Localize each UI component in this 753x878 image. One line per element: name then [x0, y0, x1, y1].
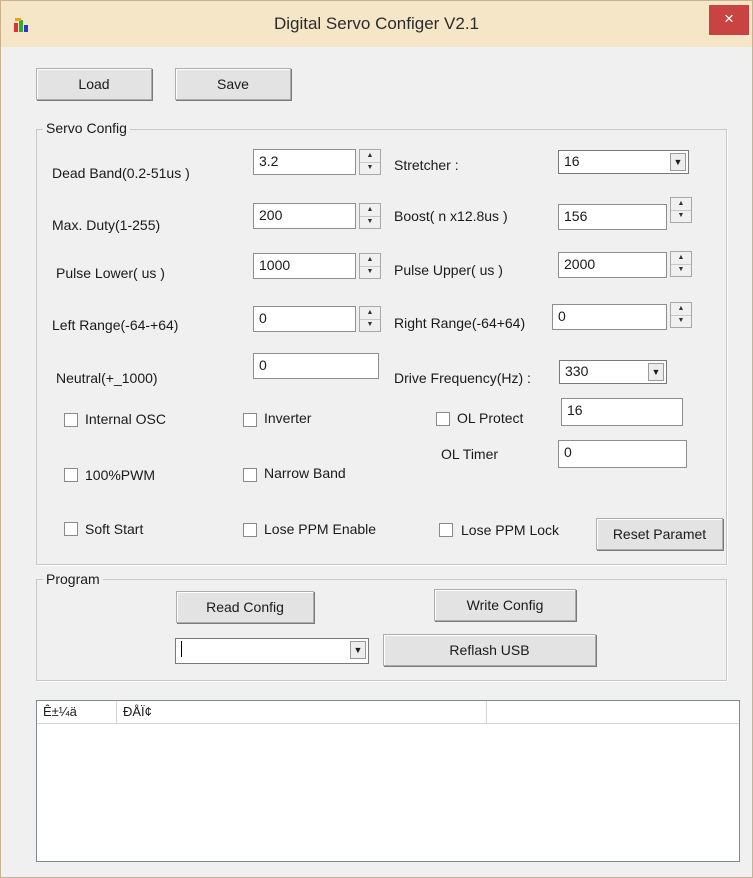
narrow-band-checkbox[interactable]: [243, 468, 257, 482]
drive-frequency-label: Drive Frequency(Hz) :: [394, 370, 531, 386]
log-time-column-header[interactable]: Ê±¼ä: [37, 701, 117, 723]
right-range-stepper[interactable]: ▲ ▼: [670, 302, 692, 328]
save-button[interactable]: Save: [175, 68, 291, 100]
main-panel: Load Save Servo Config Dead Band(0.2-51u…: [9, 47, 751, 877]
write-config-button[interactable]: Write Config: [434, 589, 576, 621]
log-list-header: Ê±¼ä ĐÅÏ¢: [37, 701, 739, 724]
port-select[interactable]: ▼: [175, 638, 369, 664]
pulse-lower-stepper[interactable]: ▲ ▼: [359, 253, 381, 279]
internal-osc-label: Internal OSC: [85, 411, 166, 427]
close-icon[interactable]: ×: [709, 5, 749, 35]
narrow-band-label: Narrow Band: [264, 465, 346, 481]
pulse-lower-field[interactable]: 1000: [253, 253, 356, 279]
max-duty-label: Max. Duty(1-255): [52, 217, 161, 233]
spin-down-icon[interactable]: ▼: [360, 319, 380, 331]
reflash-usb-button[interactable]: Reflash USB: [383, 634, 596, 666]
internal-osc-checkbox[interactable]: [64, 413, 78, 427]
chevron-down-icon[interactable]: ▼: [648, 363, 664, 381]
pulse-upper-field[interactable]: 2000: [558, 252, 667, 278]
program-group: [36, 579, 727, 681]
chevron-down-icon[interactable]: ▼: [350, 641, 366, 659]
right-range-label: Right Range(-64+64): [394, 315, 526, 331]
drive-frequency-value: 330: [565, 363, 589, 379]
boost-label: Boost( n x12.8us ): [394, 208, 508, 224]
ol-protect-label: OL Protect: [457, 410, 524, 426]
ol-protect-checkbox[interactable]: [436, 412, 450, 426]
stretcher-select[interactable]: 16 ▼: [558, 150, 689, 174]
dead-band-field[interactable]: 3.2: [253, 149, 356, 175]
spin-down-icon[interactable]: ▼: [671, 264, 691, 276]
spin-down-icon[interactable]: ▼: [671, 210, 691, 222]
left-range-stepper[interactable]: ▲ ▼: [359, 306, 381, 332]
neutral-label: Neutral(+_1000): [56, 370, 158, 386]
neutral-field[interactable]: 0: [253, 353, 379, 379]
pulse-lower-label: Pulse Lower( us ): [56, 265, 165, 281]
window-title: Digital Servo Configer V2.1: [273, 14, 480, 33]
soft-start-label: Soft Start: [85, 521, 144, 537]
program-title: Program: [43, 571, 103, 587]
stretcher-value: 16: [564, 153, 580, 169]
max-duty-field[interactable]: 200: [253, 203, 356, 229]
pwm100-checkbox[interactable]: [64, 468, 78, 482]
inverter-label: Inverter: [264, 410, 312, 426]
spin-down-icon[interactable]: ▼: [360, 216, 380, 228]
ol-protect-field[interactable]: 16: [561, 398, 683, 426]
soft-start-checkbox[interactable]: [64, 522, 78, 536]
dead-band-label: Dead Band(0.2-51us ): [52, 165, 190, 181]
drive-frequency-select[interactable]: 330 ▼: [559, 360, 667, 384]
app-window: Digital Servo Configer V2.1 × Load Save …: [0, 0, 753, 878]
ol-timer-label: OL Timer: [441, 446, 499, 462]
boost-field[interactable]: 156: [558, 204, 667, 230]
stretcher-label: Stretcher :: [394, 157, 459, 173]
left-range-field[interactable]: 0: [253, 306, 356, 332]
pwm100-label: 100%PWM: [85, 467, 156, 483]
right-range-field[interactable]: 0: [552, 304, 667, 330]
log-list[interactable]: Ê±¼ä ĐÅÏ¢: [36, 700, 740, 862]
ol-timer-field[interactable]: 0: [558, 440, 687, 468]
lose-ppm-lock-checkbox[interactable]: [439, 523, 453, 537]
log-message-column-header[interactable]: ĐÅÏ¢: [117, 701, 487, 723]
chevron-down-icon[interactable]: ▼: [670, 153, 686, 171]
pulse-upper-label: Pulse Upper( us ): [394, 262, 503, 278]
dead-band-stepper[interactable]: ▲ ▼: [359, 149, 381, 175]
spin-down-icon[interactable]: ▼: [360, 266, 380, 278]
log-extra-column-header[interactable]: [487, 701, 739, 723]
spin-down-icon[interactable]: ▼: [360, 162, 380, 174]
title-bar[interactable]: Digital Servo Configer V2.1 ×: [1, 1, 752, 47]
inverter-checkbox[interactable]: [243, 413, 257, 427]
servo-config-group: [36, 129, 727, 565]
read-config-button[interactable]: Read Config: [176, 591, 314, 623]
load-button[interactable]: Load: [36, 68, 152, 100]
pulse-upper-stepper[interactable]: ▲ ▼: [670, 251, 692, 277]
max-duty-stepper[interactable]: ▲ ▼: [359, 203, 381, 229]
port-value: [181, 641, 183, 657]
reset-parameters-button[interactable]: Reset Paramet: [596, 518, 723, 550]
lose-ppm-enable-label: Lose PPM Enable: [264, 521, 377, 537]
boost-stepper[interactable]: ▲ ▼: [670, 197, 692, 223]
lose-ppm-enable-checkbox[interactable]: [243, 523, 257, 537]
spin-down-icon[interactable]: ▼: [671, 315, 691, 327]
servo-config-title: Servo Config: [43, 120, 130, 136]
lose-ppm-lock-label: Lose PPM Lock: [461, 522, 560, 538]
left-range-label: Left Range(-64-+64): [52, 317, 179, 333]
